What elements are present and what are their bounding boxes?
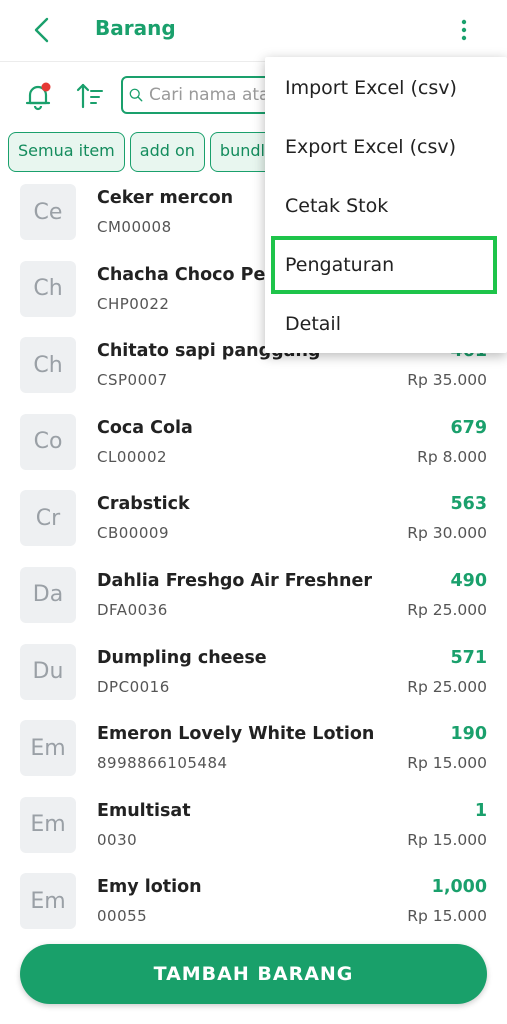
item-price: Rp 15.000 [407, 754, 487, 773]
notification-button[interactable] [20, 78, 56, 114]
menu-item-import-excel[interactable]: Import Excel (csv) [265, 59, 507, 117]
item-code: CB00009 [97, 524, 169, 543]
chevron-left-icon [34, 17, 49, 43]
item-code: CM00008 [97, 218, 172, 236]
list-item[interactable]: Cr Crabstick CB00009 563 Rp 30.000 [0, 484, 507, 561]
list-item[interactable]: Em Emultisat 0030 1 Rp 15.000 [0, 791, 507, 868]
avatar: Ch [20, 337, 76, 394]
item-name: Emeron Lovely White Lotion [97, 724, 375, 745]
item-code: CL00002 [97, 447, 168, 466]
back-button[interactable] [22, 12, 62, 48]
add-item-button[interactable]: TAMBAH BARANG [20, 944, 487, 1004]
chip-add-on[interactable]: add on [129, 132, 205, 172]
item-price: Rp 8.000 [417, 447, 487, 466]
menu-item-export-excel[interactable]: Export Excel (csv) [265, 118, 507, 176]
app-bar: Barang [0, 0, 507, 62]
avatar: Du [20, 643, 76, 700]
item-stock: 1 [474, 800, 487, 821]
chip-semua-item[interactable]: Semua item [8, 132, 125, 172]
overflow-menu-button[interactable] [448, 12, 480, 48]
avatar: Da [20, 566, 76, 623]
avatar: Co [20, 413, 76, 470]
item-stock: 679 [450, 417, 487, 438]
item-price: Rp 30.000 [407, 524, 487, 543]
menu-item-pengaturan[interactable]: Pengaturan [271, 236, 497, 294]
item-name: Dumpling cheese [97, 647, 267, 668]
list-item[interactable]: Co Coca Cola CL00002 679 Rp 8.000 [0, 408, 507, 485]
item-code: 0030 [97, 830, 138, 849]
avatar: Em [20, 796, 76, 853]
list-item[interactable]: Em Emeron Lovely White Lotion 8998866105… [0, 714, 507, 791]
avatar: Cr [20, 490, 76, 547]
item-code: 8998866105484 [97, 754, 228, 773]
item-price: Rp 25.000 [407, 677, 487, 696]
list-item[interactable]: Da Dahlia Freshgo Air Freshner DFA0036 4… [0, 561, 507, 638]
menu-item-detail[interactable]: Detail [265, 295, 507, 353]
sort-button[interactable] [72, 78, 108, 114]
item-price: Rp 25.000 [407, 600, 487, 619]
avatar: Ch [20, 260, 76, 317]
item-price: Rp 15.000 [407, 830, 487, 849]
list-item[interactable]: Du Dumpling cheese DPC0016 571 Rp 25.000 [0, 638, 507, 715]
page-title: Barang [95, 16, 176, 40]
item-stock: 490 [450, 570, 487, 591]
item-code: 00055 [97, 907, 148, 926]
item-code: DPC0016 [97, 677, 170, 696]
search-icon [129, 88, 143, 102]
item-stock: 571 [450, 647, 487, 668]
bell-icon [25, 82, 51, 111]
item-code: CSP0007 [97, 371, 168, 390]
overflow-menu: Import Excel (csv) Export Excel (csv) Ce… [265, 57, 507, 353]
sort-icon [76, 83, 103, 109]
item-stock: 563 [450, 494, 487, 515]
avatar: Em [20, 720, 76, 777]
more-vertical-icon [461, 19, 467, 41]
list-item[interactable]: Em Emy lotion 00055 1,000 Rp 15.000 [0, 867, 507, 944]
item-name: Dahlia Freshgo Air Freshner [97, 570, 372, 591]
menu-item-cetak-stok[interactable]: Cetak Stok [265, 177, 507, 235]
item-price: Rp 35.000 [407, 371, 487, 390]
item-code: DFA0036 [97, 600, 168, 619]
item-name: Coca Cola [97, 417, 193, 438]
item-stock: 1,000 [431, 877, 487, 898]
item-name: Emultisat [97, 800, 191, 821]
item-stock: 190 [450, 724, 487, 745]
item-name: Emy lotion [97, 877, 202, 898]
item-code: CHP0022 [97, 294, 170, 313]
avatar: Ce [20, 184, 76, 240]
item-name: Crabstick [97, 494, 190, 515]
item-price: Rp 15.000 [407, 907, 487, 926]
item-name: Ceker mercon [97, 188, 234, 208]
avatar: Em [20, 873, 76, 930]
